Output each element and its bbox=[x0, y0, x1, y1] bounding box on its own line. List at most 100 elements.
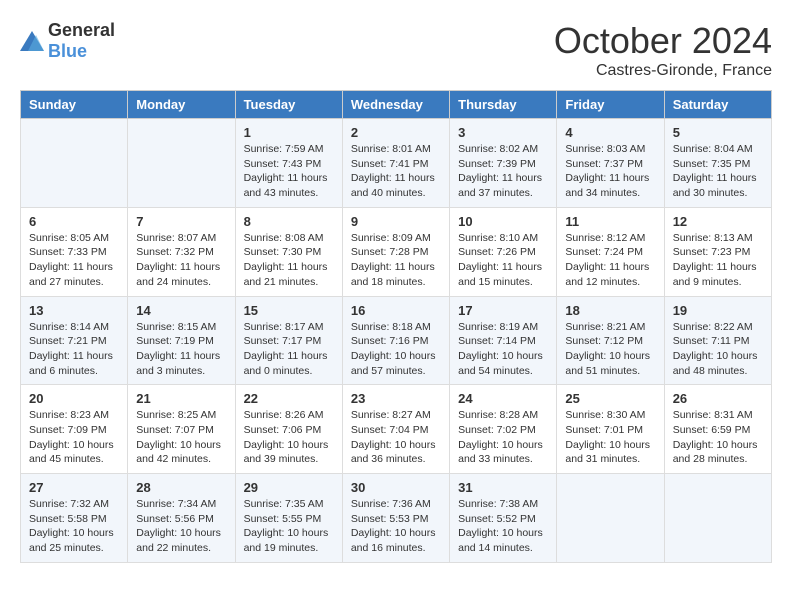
cell-info: Sunrise: 8:12 AMSunset: 7:24 PMDaylight:… bbox=[565, 231, 655, 290]
cell-info: Sunrise: 7:35 AMSunset: 5:55 PMDaylight:… bbox=[244, 497, 334, 556]
day-number: 25 bbox=[565, 391, 655, 406]
cell-0-6: 5 Sunrise: 8:04 AMSunset: 7:35 PMDaylight… bbox=[664, 119, 771, 208]
cell-2-2: 15 Sunrise: 8:17 AMSunset: 7:17 PMDayligh… bbox=[235, 296, 342, 385]
cell-2-1: 14 Sunrise: 8:15 AMSunset: 7:19 PMDayligh… bbox=[128, 296, 235, 385]
col-wednesday: Wednesday bbox=[342, 91, 449, 119]
cell-1-3: 9Sunrise: 8:09 AMSunset: 7:28 PMDaylight… bbox=[342, 207, 449, 296]
col-saturday: Saturday bbox=[664, 91, 771, 119]
cell-info: Sunrise: 8:21 AMSunset: 7:12 PMDaylight:… bbox=[565, 320, 655, 379]
cell-info: Sunrise: 7:38 AMSunset: 5:52 PMDaylight:… bbox=[458, 497, 548, 556]
cell-0-1 bbox=[128, 119, 235, 208]
cell-0-0 bbox=[21, 119, 128, 208]
day-number: 2 bbox=[351, 125, 441, 140]
cell-info: Sunrise: 8:04 AMSunset: 7:35 PMDaylight:… bbox=[673, 142, 763, 201]
cell-info: Sunrise: 8:27 AMSunset: 7:04 PMDaylight:… bbox=[351, 408, 441, 467]
cell-info: Sunrise: 8:07 AMSunset: 7:32 PMDaylight:… bbox=[136, 231, 226, 290]
logo-general: General bbox=[48, 20, 115, 40]
cell-4-4: 31Sunrise: 7:38 AMSunset: 5:52 PMDayligh… bbox=[450, 474, 557, 563]
day-number: 11 bbox=[565, 214, 655, 229]
week-row-2: 6 Sunrise: 8:05 AMSunset: 7:33 PMDaylight… bbox=[21, 207, 772, 296]
col-tuesday: Tuesday bbox=[235, 91, 342, 119]
cell-3-4: 24 Sunrise: 8:28 AMSunset: 7:02 PMDayligh… bbox=[450, 385, 557, 474]
cell-4-5 bbox=[557, 474, 664, 563]
cell-3-2: 22Sunrise: 8:26 AMSunset: 7:06 PMDayligh… bbox=[235, 385, 342, 474]
col-friday: Friday bbox=[557, 91, 664, 119]
cell-info: Sunrise: 8:13 AMSunset: 7:23 PMDaylight:… bbox=[673, 231, 763, 290]
cell-0-4: 3 Sunrise: 8:02 AMSunset: 7:39 PMDaylight… bbox=[450, 119, 557, 208]
day-number: 30 bbox=[351, 480, 441, 495]
day-number: 4 bbox=[565, 125, 655, 140]
day-number: 8 bbox=[244, 214, 334, 229]
day-number: 29 bbox=[244, 480, 334, 495]
cell-info: Sunrise: 8:14 AMSunset: 7:21 PMDaylight:… bbox=[29, 320, 119, 379]
calendar-table: Sunday Monday Tuesday Wednesday Thursday… bbox=[20, 90, 772, 563]
cell-info: Sunrise: 8:31 AMSunset: 6:59 PMDaylight:… bbox=[673, 408, 763, 467]
cell-3-1: 21Sunrise: 8:25 AMSunset: 7:07 PMDayligh… bbox=[128, 385, 235, 474]
col-monday: Monday bbox=[128, 91, 235, 119]
day-number: 22 bbox=[244, 391, 334, 406]
location-title: Castres-Gironde, France bbox=[554, 62, 772, 80]
cell-info: Sunrise: 8:03 AMSunset: 7:37 PMDaylight:… bbox=[565, 142, 655, 201]
day-number: 12 bbox=[673, 214, 763, 229]
cell-info: Sunrise: 8:18 AMSunset: 7:16 PMDaylight:… bbox=[351, 320, 441, 379]
cell-info: Sunrise: 8:08 AMSunset: 7:30 PMDaylight:… bbox=[244, 231, 334, 290]
day-number: 15 bbox=[244, 303, 334, 318]
day-number: 5 bbox=[673, 125, 763, 140]
day-number: 13 bbox=[29, 303, 119, 318]
cell-4-6 bbox=[664, 474, 771, 563]
cell-2-0: 13 Sunrise: 8:14 AMSunset: 7:21 PMDayligh… bbox=[21, 296, 128, 385]
cell-info: Sunrise: 8:19 AMSunset: 7:14 PMDaylight:… bbox=[458, 320, 548, 379]
cell-3-3: 23 Sunrise: 8:27 AMSunset: 7:04 PMDayligh… bbox=[342, 385, 449, 474]
cell-0-3: 2Sunrise: 8:01 AMSunset: 7:41 PMDaylight… bbox=[342, 119, 449, 208]
cell-info: Sunrise: 7:36 AMSunset: 5:53 PMDaylight:… bbox=[351, 497, 441, 556]
logo-text: General Blue bbox=[48, 20, 115, 62]
cell-1-5: 11 Sunrise: 8:12 AMSunset: 7:24 PMDayligh… bbox=[557, 207, 664, 296]
month-title: October 2024 bbox=[554, 20, 772, 62]
cell-1-4: 10Sunrise: 8:10 AMSunset: 7:26 PMDayligh… bbox=[450, 207, 557, 296]
day-number: 7 bbox=[136, 214, 226, 229]
cell-4-1: 28Sunrise: 7:34 AMSunset: 5:56 PMDayligh… bbox=[128, 474, 235, 563]
day-number: 14 bbox=[136, 303, 226, 318]
cell-3-6: 26Sunrise: 8:31 AMSunset: 6:59 PMDayligh… bbox=[664, 385, 771, 474]
cell-2-4: 17 Sunrise: 8:19 AMSunset: 7:14 PMDayligh… bbox=[450, 296, 557, 385]
cell-0-2: 1Sunrise: 7:59 AMSunset: 7:43 PMDaylight… bbox=[235, 119, 342, 208]
week-row-4: 20Sunrise: 8:23 AMSunset: 7:09 PMDayligh… bbox=[21, 385, 772, 474]
title-block: October 2024 Castres-Gironde, France bbox=[554, 20, 772, 80]
logo: General Blue bbox=[20, 20, 115, 62]
day-number: 17 bbox=[458, 303, 548, 318]
cell-2-3: 16 Sunrise: 8:18 AMSunset: 7:16 PMDayligh… bbox=[342, 296, 449, 385]
cell-info: Sunrise: 7:59 AMSunset: 7:43 PMDaylight:… bbox=[244, 142, 334, 201]
cell-info: Sunrise: 8:23 AMSunset: 7:09 PMDaylight:… bbox=[29, 408, 119, 467]
cell-info: Sunrise: 8:28 AMSunset: 7:02 PMDaylight:… bbox=[458, 408, 548, 467]
day-number: 6 bbox=[29, 214, 119, 229]
header-row: Sunday Monday Tuesday Wednesday Thursday… bbox=[21, 91, 772, 119]
day-number: 19 bbox=[673, 303, 763, 318]
col-thursday: Thursday bbox=[450, 91, 557, 119]
day-number: 3 bbox=[458, 125, 548, 140]
cell-4-0: 27Sunrise: 7:32 AMSunset: 5:58 PMDayligh… bbox=[21, 474, 128, 563]
week-row-1: 1Sunrise: 7:59 AMSunset: 7:43 PMDaylight… bbox=[21, 119, 772, 208]
day-number: 24 bbox=[458, 391, 548, 406]
day-number: 18 bbox=[565, 303, 655, 318]
cell-info: Sunrise: 8:15 AMSunset: 7:19 PMDaylight:… bbox=[136, 320, 226, 379]
col-sunday: Sunday bbox=[21, 91, 128, 119]
day-number: 21 bbox=[136, 391, 226, 406]
cell-4-3: 30 Sunrise: 7:36 AMSunset: 5:53 PMDayligh… bbox=[342, 474, 449, 563]
week-row-5: 27Sunrise: 7:32 AMSunset: 5:58 PMDayligh… bbox=[21, 474, 772, 563]
cell-info: Sunrise: 8:05 AMSunset: 7:33 PMDaylight:… bbox=[29, 231, 119, 290]
cell-3-5: 25Sunrise: 8:30 AMSunset: 7:01 PMDayligh… bbox=[557, 385, 664, 474]
cell-info: Sunrise: 8:22 AMSunset: 7:11 PMDaylight:… bbox=[673, 320, 763, 379]
cell-info: Sunrise: 7:34 AMSunset: 5:56 PMDaylight:… bbox=[136, 497, 226, 556]
cell-1-1: 7 Sunrise: 8:07 AMSunset: 7:32 PMDaylight… bbox=[128, 207, 235, 296]
cell-1-2: 8 Sunrise: 8:08 AMSunset: 7:30 PMDaylight… bbox=[235, 207, 342, 296]
day-number: 16 bbox=[351, 303, 441, 318]
page-header: General Blue October 2024 Castres-Girond… bbox=[20, 20, 772, 80]
cell-2-6: 19 Sunrise: 8:22 AMSunset: 7:11 PMDayligh… bbox=[664, 296, 771, 385]
cell-info: Sunrise: 8:17 AMSunset: 7:17 PMDaylight:… bbox=[244, 320, 334, 379]
day-number: 23 bbox=[351, 391, 441, 406]
cell-2-5: 18 Sunrise: 8:21 AMSunset: 7:12 PMDayligh… bbox=[557, 296, 664, 385]
cell-info: Sunrise: 8:02 AMSunset: 7:39 PMDaylight:… bbox=[458, 142, 548, 201]
cell-3-0: 20Sunrise: 8:23 AMSunset: 7:09 PMDayligh… bbox=[21, 385, 128, 474]
logo-icon bbox=[20, 31, 44, 51]
cell-1-0: 6 Sunrise: 8:05 AMSunset: 7:33 PMDaylight… bbox=[21, 207, 128, 296]
